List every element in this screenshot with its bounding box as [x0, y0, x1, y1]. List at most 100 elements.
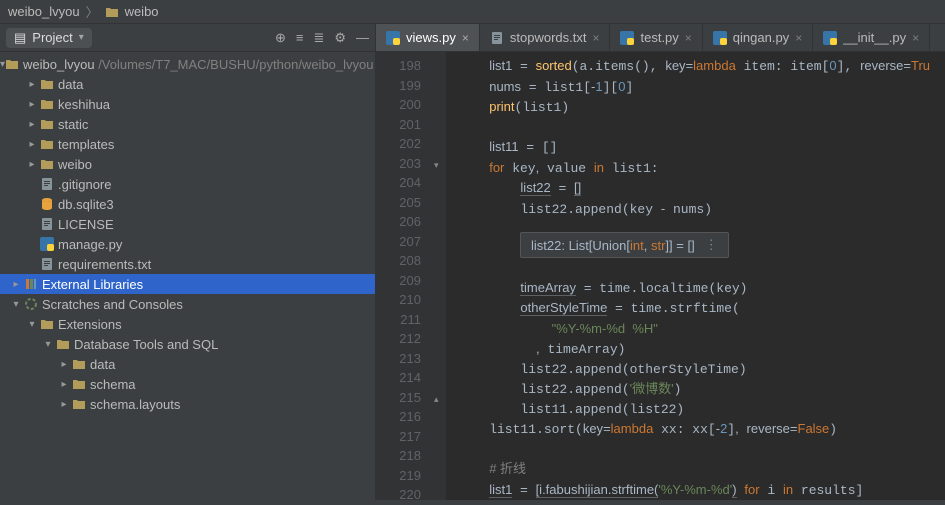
close-icon[interactable]: ×: [795, 31, 802, 45]
fold-mark-icon[interactable]: ▾: [434, 160, 439, 171]
line-number[interactable]: 199: [380, 76, 421, 96]
breadcrumb-root[interactable]: weibo_lvyou: [8, 4, 80, 19]
line-number[interactable]: 208: [380, 251, 421, 271]
tree-ext-data[interactable]: ▸ data: [0, 354, 375, 374]
line-number[interactable]: 200: [380, 95, 421, 115]
tree-ext-schema[interactable]: ▸ schema: [0, 374, 375, 394]
chevron-down-icon: ▾: [79, 32, 84, 43]
line-number[interactable]: 218: [380, 446, 421, 466]
tree-item-label: data: [90, 357, 115, 372]
expand-icon[interactable]: ≡: [296, 30, 304, 46]
line-number[interactable]: 214: [380, 368, 421, 388]
tree-scratches[interactable]: ▾ Scratches and Consoles: [0, 294, 375, 314]
line-number[interactable]: 201: [380, 115, 421, 135]
tree-folder-weibo[interactable]: ▸weibo: [0, 154, 375, 174]
close-icon[interactable]: ×: [912, 31, 919, 45]
collapse-icon[interactable]: ≣: [313, 30, 324, 46]
line-number[interactable]: 206: [380, 212, 421, 232]
expand-arrow-icon[interactable]: ▾: [8, 299, 24, 310]
line-number[interactable]: 217: [380, 427, 421, 447]
fold-mark-icon[interactable]: ▴: [434, 394, 439, 405]
folder-icon: [72, 357, 86, 371]
tree-item-label: .gitignore: [58, 177, 111, 192]
expand-arrow-icon[interactable]: ▸: [24, 139, 40, 150]
expand-arrow-icon[interactable]: ▾: [40, 339, 56, 350]
tree-db-tools[interactable]: ▾Database Tools and SQL: [0, 334, 375, 354]
line-number[interactable]: 211: [380, 310, 421, 330]
tree-folder-templates[interactable]: ▸templates: [0, 134, 375, 154]
tree-folder-keshihua[interactable]: ▸keshihua: [0, 94, 375, 114]
expand-arrow-icon[interactable]: ▸: [8, 279, 24, 290]
line-number[interactable]: 204: [380, 173, 421, 193]
line-number[interactable]: 207: [380, 232, 421, 252]
tree-item-label: Scratches and Consoles: [42, 297, 183, 312]
tree-file-manage[interactable]: ▸manage.py: [0, 234, 375, 254]
folder-icon: [5, 57, 19, 71]
tab-test[interactable]: test.py×: [610, 24, 702, 51]
line-number[interactable]: 198: [380, 56, 421, 76]
line-gutter[interactable]: 1981992002012022032042052062072082092102…: [376, 52, 432, 500]
tree-file-license[interactable]: ▸LICENSE: [0, 214, 375, 234]
folder-icon: [105, 5, 119, 19]
tree-file-req[interactable]: ▸requirements.txt: [0, 254, 375, 274]
expand-arrow-icon[interactable]: ▸: [24, 159, 40, 170]
tab-label: views.py: [406, 30, 456, 45]
minimize-icon[interactable]: —: [356, 30, 369, 46]
close-icon[interactable]: ×: [462, 31, 469, 45]
line-number[interactable]: 210: [380, 290, 421, 310]
breadcrumb-item[interactable]: weibo: [125, 4, 159, 19]
line-number[interactable]: 203: [380, 154, 421, 174]
py-icon: [40, 237, 54, 251]
close-icon[interactable]: ×: [685, 31, 692, 45]
line-number[interactable]: 220: [380, 485, 421, 505]
chevron-right-icon: 〉: [86, 2, 99, 21]
tree-item-label: static: [58, 117, 88, 132]
line-number[interactable]: 205: [380, 193, 421, 213]
tree-item-label: schema: [90, 377, 136, 392]
tree-ext-layouts[interactable]: ▸schema.layouts: [0, 394, 375, 414]
tab-init[interactable]: __init__.py×: [813, 24, 930, 51]
code-editor[interactable]: list1 = sorted(a.items(), key=lambda ite…: [446, 52, 945, 500]
expand-arrow-icon[interactable]: ▸: [24, 119, 40, 130]
lib-icon: [24, 277, 38, 291]
gear-icon[interactable]: ⚙: [334, 30, 346, 46]
expand-arrow-icon[interactable]: ▾: [24, 319, 40, 330]
fold-column[interactable]: ▾ ▴: [432, 52, 446, 500]
expand-arrow-icon[interactable]: ▸: [56, 359, 72, 370]
expand-arrow-icon[interactable]: ▸: [24, 99, 40, 110]
editor-tabs: views.py×stopwords.txt×test.py×qingan.py…: [376, 24, 945, 52]
tree-item-label: LICENSE: [58, 217, 114, 232]
tree-extensions[interactable]: ▾Extensions: [0, 314, 375, 334]
more-icon[interactable]: ⋮: [705, 237, 718, 253]
tree-file-db[interactable]: ▸db.sqlite3: [0, 194, 375, 214]
line-number[interactable]: 209: [380, 271, 421, 291]
line-number[interactable]: 212: [380, 329, 421, 349]
py-icon: [386, 31, 400, 45]
tree-item-label: db.sqlite3: [58, 197, 114, 212]
tree-folder-static[interactable]: ▸ static: [0, 114, 375, 134]
tab-stopwords[interactable]: stopwords.txt×: [480, 24, 611, 51]
folder-icon: [40, 77, 54, 91]
expand-arrow-icon[interactable]: ▸: [56, 379, 72, 390]
tree-root[interactable]: ▾weibo_lvyou /Volumes/T7_MAC/BUSHU/pytho…: [0, 54, 375, 74]
line-number[interactable]: 216: [380, 407, 421, 427]
locate-icon[interactable]: ⊕: [275, 30, 286, 46]
project-selector[interactable]: ▤ Project ▾: [6, 28, 92, 48]
expand-arrow-icon[interactable]: ▸: [56, 399, 72, 410]
project-tree[interactable]: ▾weibo_lvyou /Volumes/T7_MAC/BUSHU/pytho…: [0, 52, 375, 500]
folder-icon: [72, 397, 86, 411]
line-number[interactable]: 215: [380, 388, 421, 408]
tree-file-gitignore[interactable]: ▸.gitignore: [0, 174, 375, 194]
line-number[interactable]: 202: [380, 134, 421, 154]
expand-arrow-icon[interactable]: ▸: [24, 79, 40, 90]
line-number[interactable]: 219: [380, 466, 421, 486]
tab-qingan[interactable]: qingan.py×: [703, 24, 813, 51]
close-icon[interactable]: ×: [592, 31, 599, 45]
db-icon: [40, 197, 54, 211]
project-sidebar: ▤ Project ▾ ⊕ ≡ ≣ ⚙ — ▾weibo_lvyou /Volu…: [0, 24, 376, 500]
tree-folder-data[interactable]: ▸data: [0, 74, 375, 94]
line-number[interactable]: 213: [380, 349, 421, 369]
tab-views[interactable]: views.py ×: [376, 24, 480, 51]
tree-external-libraries[interactable]: ▸External Libraries: [0, 274, 375, 294]
folder-icon: [40, 137, 54, 151]
